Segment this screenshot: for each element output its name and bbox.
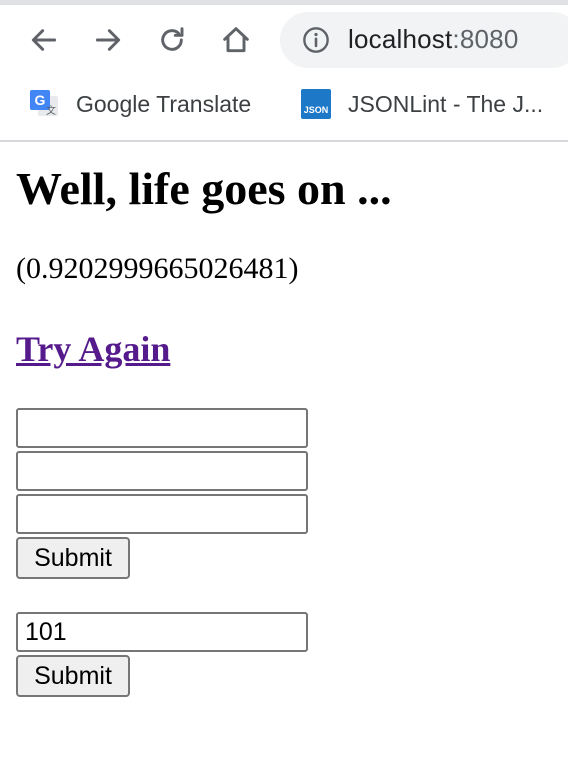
form1-input-1[interactable] (16, 408, 308, 448)
page-heading: Well, life goes on ... (16, 163, 392, 214)
bookmark-label: Google Translate (76, 90, 252, 117)
reload-button[interactable] (152, 20, 192, 60)
arrow-right-icon (95, 29, 121, 51)
info-icon[interactable] (302, 26, 330, 54)
home-button[interactable] (216, 20, 256, 60)
form1-input-2[interactable] (16, 451, 308, 491)
browser-chrome: localhost:8080 G 文 Google Translate JSON… (0, 0, 568, 142)
url-port: :8080 (452, 24, 519, 54)
back-button[interactable] (24, 20, 64, 60)
bookmark-label: JSONLint - The J... (348, 90, 544, 117)
address-bar[interactable]: localhost:8080 (280, 12, 568, 68)
bookmark-google-translate[interactable]: G 文 Google Translate (28, 84, 251, 124)
toolbar-divider (0, 140, 568, 142)
bookmark-jsonlint[interactable]: JSON JSONLint - The J... (300, 84, 543, 124)
home-icon (223, 27, 249, 53)
form1-submit-button[interactable]: Submit (16, 537, 130, 579)
reload-icon (161, 27, 184, 51)
svg-text:文: 文 (46, 104, 56, 117)
svg-text:JSON: JSON (304, 105, 329, 115)
result-value: (0.9202999665026481) (16, 252, 299, 285)
try-again-link[interactable]: Try Again (16, 328, 170, 370)
svg-text:G: G (35, 92, 46, 108)
google-translate-icon: G 文 (28, 88, 60, 120)
forward-button[interactable] (88, 20, 128, 60)
jsonlint-icon: JSON (300, 88, 332, 120)
arrow-left-icon (31, 29, 57, 51)
form2-input[interactable] (16, 612, 308, 652)
tab-strip-edge (0, 0, 568, 5)
form2-submit-button[interactable]: Submit (16, 655, 130, 697)
url-text: localhost:8080 (348, 24, 519, 55)
url-host: localhost (348, 24, 453, 54)
form1-input-3[interactable] (16, 494, 308, 534)
